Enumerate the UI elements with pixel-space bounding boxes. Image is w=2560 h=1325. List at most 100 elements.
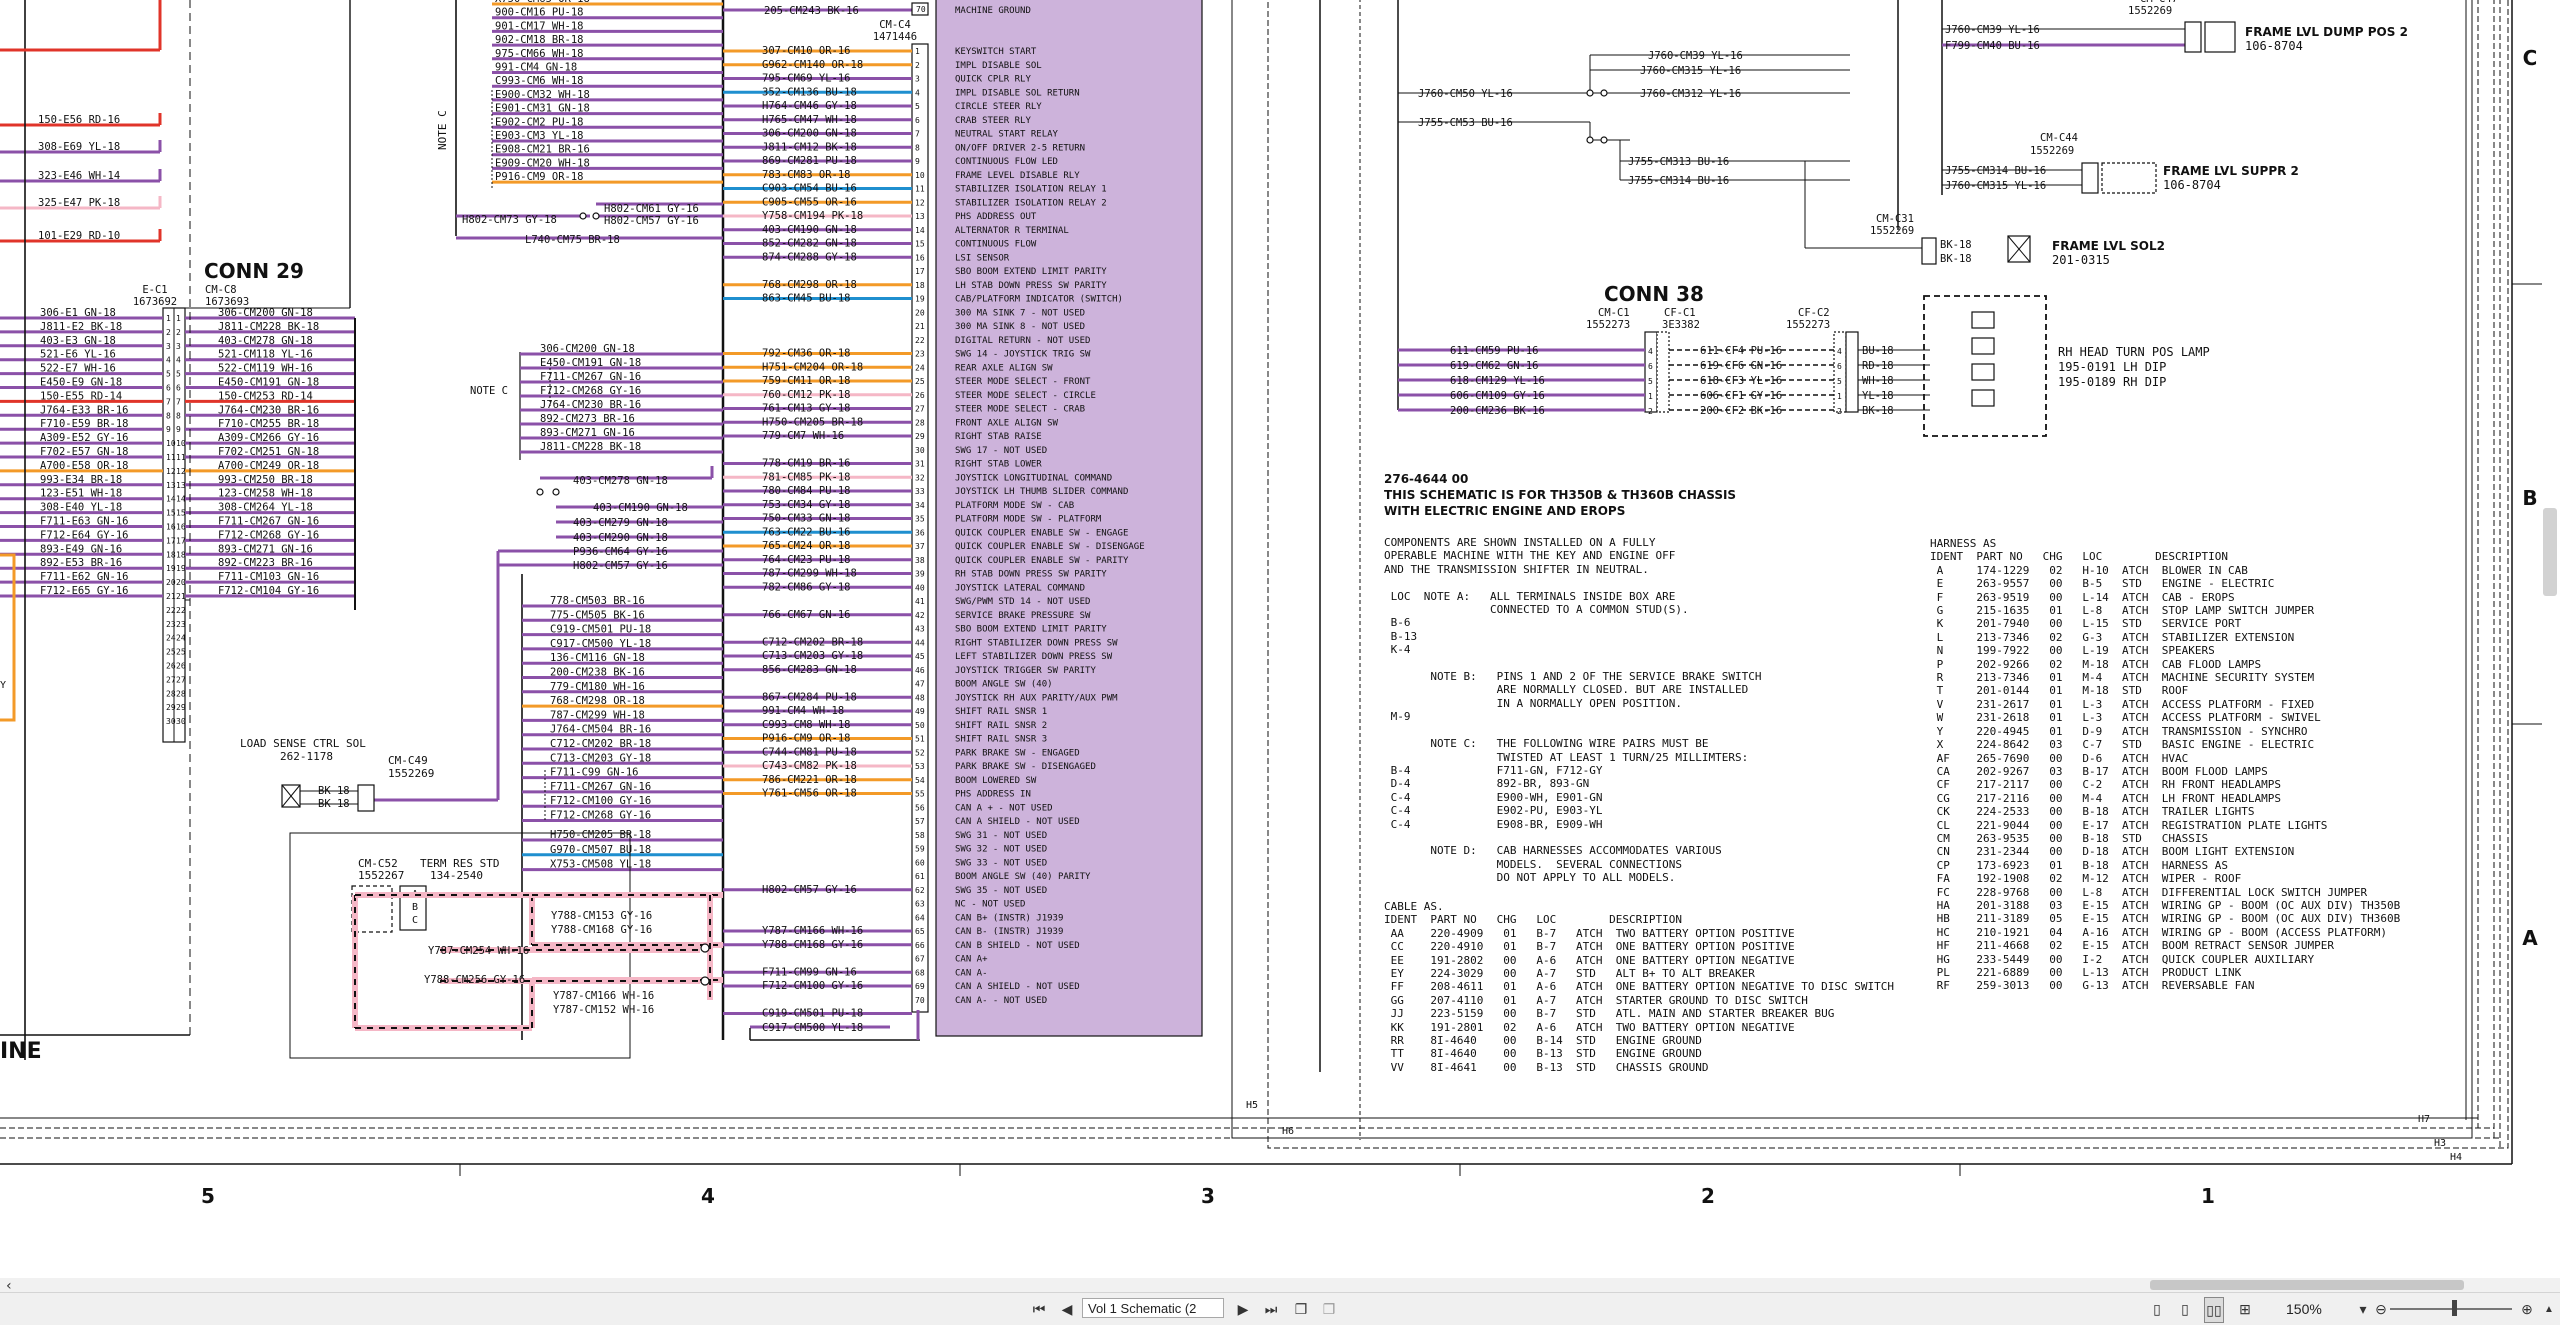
conn29-right-wire-label: F702-CM251 GN-18 <box>218 446 319 458</box>
cmc4-pin-number: 65 <box>915 927 925 936</box>
cmc4-wire-label: 792-CM36 OR-18 <box>762 348 851 360</box>
conn38-lamp-pin-label: WH-18 <box>1862 375 1894 387</box>
vertical-scrollbar-thumb[interactable] <box>2543 508 2557 596</box>
term-res-pin: C <box>412 915 418 926</box>
cmc4-pin-number: 57 <box>915 817 925 826</box>
cmc4-wire-label: 867-CM284 PU-18 <box>762 691 857 703</box>
top-left-wire-label: 150-E56 RD-16 <box>38 114 120 126</box>
frame-label: H5 <box>1246 1100 1258 1111</box>
next-page-button[interactable]: ▶ <box>1234 1297 1252 1321</box>
loop-label: 403-CM278 GN-18 <box>573 475 668 487</box>
first-page-button[interactable]: ⏮ <box>1030 1297 1048 1321</box>
page-select[interactable]: Vol 1 Schematic (2 <box>1082 1298 1224 1318</box>
conn38-cf2-id: CF-C2 <box>1798 307 1830 319</box>
conn29-left-wire-label: F712-E64 GY-16 <box>40 529 129 541</box>
loop-junction <box>552 488 560 496</box>
cmc4-function-label: JOYSTICK LATERAL COMMAND <box>955 583 1085 593</box>
two-page-view-icon[interactable]: ▯▯ <box>2204 1297 2224 1323</box>
cmc4-pin-number: 23 <box>915 350 925 359</box>
noteC-top-wire-label: 991-CM4 GN-18 <box>495 62 577 74</box>
cmc4-wire-label: 779-CM7 WH-16 <box>762 430 844 442</box>
cmc4-id: CM-C4 <box>879 19 911 31</box>
cmc4-pin-number: 56 <box>915 803 925 812</box>
cmc4-function-label: PHS ADDRESS OUT <box>955 212 1037 222</box>
noteC-top-wire-label: 975-CM66 WH-18 <box>495 48 584 60</box>
previous-page-button[interactable]: ◀ <box>1058 1297 1076 1321</box>
mid-bottom-wire-label: F711-C99 GN-16 <box>550 767 639 779</box>
twist-junction <box>592 212 600 220</box>
conn29-pin-left: 20 <box>166 578 176 587</box>
conn29-left-wire-label: A700-E58 OR-18 <box>40 460 129 472</box>
expand-toolbar-icon[interactable]: ▲ <box>2540 1297 2558 1321</box>
grid-col-label: 3 <box>1201 1184 1215 1208</box>
cmc4-pin-number: 7 <box>915 130 920 139</box>
cmc4-pin-number: 46 <box>915 666 925 675</box>
cmc4-pin-number: 69 <box>915 982 925 991</box>
cmc4-function-label: NEUTRAL START RELAY <box>955 130 1059 140</box>
conn29-right-wire-label: E450-CM191 GN-18 <box>218 377 319 389</box>
cmc4-function-label: LEFT STABILIZER DOWN PRESS SW <box>955 652 1113 662</box>
conn29-pin-right: 27 <box>176 675 186 684</box>
conn29-pin-left: 12 <box>166 467 176 476</box>
cmc4-pin-number: 24 <box>915 363 925 372</box>
cmc4-wire-label: C713-CM203 GY-18 <box>762 650 863 662</box>
cmc4-function-label: JOYSTICK TRIGGER SW PARITY <box>955 666 1096 676</box>
mid-bottom-wire-label: F712-CM100 GY-16 <box>550 795 651 807</box>
single-page-view-icon[interactable]: ▯ <box>2148 1297 2166 1321</box>
conn38-cm-part: 1552273 <box>1586 319 1630 331</box>
conn38-title: CONN 38 <box>1604 282 1704 306</box>
conn29-left-wire-label: 306-E1 GN-18 <box>40 307 116 319</box>
conn29-pin-right: 29 <box>176 703 186 712</box>
horizontal-scrollbar[interactable]: ‹ <box>0 1278 2560 1294</box>
cmc4-pin-number: 30 <box>915 446 925 455</box>
zoom-dropdown-icon[interactable]: ▾ <box>2354 1297 2372 1321</box>
cmc4-pin-number: 5 <box>915 102 920 111</box>
cmc4-wire-label: 786-CM221 OR-18 <box>762 774 857 786</box>
continuous-view-icon[interactable]: ▯ <box>2176 1297 2194 1321</box>
paste-icon[interactable]: ❐ <box>1320 1297 1338 1321</box>
cmc4-pin-number: 9 <box>915 157 920 166</box>
load-sense-title: LOAD SENSE CTRL SOL <box>240 737 366 750</box>
zoom-slider-track[interactable] <box>2390 1308 2512 1310</box>
cmc4-function-label: PHS ADDRESS IN <box>955 790 1031 800</box>
conn38-pin-left: 4 <box>1648 347 1653 356</box>
conn29-pin-right: 4 <box>176 356 181 365</box>
conn38-mid-wire-label: 619-CF6 GN-16 <box>1700 360 1782 372</box>
zoom-out-button[interactable]: ⊖ <box>2372 1297 2390 1321</box>
mid-bottom-wire-label: C712-CM202 BR-18 <box>550 738 651 750</box>
cmc4-pin-number: 50 <box>915 721 925 730</box>
conn29-right-wire-label: F712-CM104 GY-16 <box>218 585 319 597</box>
cmc4-wire-label: H765-CM47 WH-18 <box>762 114 857 126</box>
cmc4-pin-number: 49 <box>915 707 925 716</box>
cmc4-function-label: SWG/PWM STD 14 - NOT USED <box>955 597 1090 607</box>
conn38-mid-wire-label: 611-CF4 PU-16 <box>1700 345 1782 357</box>
top-left-wire-label: 323-E46 WH-14 <box>38 170 120 182</box>
zoom-in-button[interactable]: ⊕ <box>2518 1297 2536 1321</box>
suppr-solenoid-icon <box>2101 162 2157 194</box>
cmc4-function-label: LSI SENSOR <box>955 253 1010 263</box>
cmc4-wire-label: F712-CM100 GY-16 <box>762 980 863 992</box>
cmc4-function-label: QUICK COUPLER ENABLE SW - DISENGAGE <box>955 542 1145 552</box>
conn29-left-wire-label: A309-E52 GY-16 <box>40 432 129 444</box>
conn29-pin-right: 28 <box>176 689 186 698</box>
cmc4-wire-label: 782-CM86 GY-18 <box>762 581 851 593</box>
two-page-continuous-view-icon[interactable]: ⊞ <box>2236 1297 2254 1321</box>
mid-bottom-wire-label: 779-CM180 WH-16 <box>550 681 645 693</box>
copy-icon[interactable]: ❐ <box>1292 1297 1310 1321</box>
cmc4-wire-label: H764-CM46 GY-18 <box>762 100 857 112</box>
cmc4-function-label: SHIFT RAIL SNSR 3 <box>955 735 1047 745</box>
cmc4-wire-label: C712-CM202 BR-18 <box>762 636 863 648</box>
cmc4-pin-number: 11 <box>915 185 925 194</box>
cmc4-wire-label: 795-CM69 YL-16 <box>762 73 851 85</box>
cmc4-function-label: JOYSTICK LH THUMB SLIDER COMMAND <box>955 487 1128 497</box>
horizontal-scrollbar-thumb[interactable] <box>2150 1280 2464 1290</box>
cmc4-pin-number: 4 <box>915 88 920 97</box>
cmc4-function-label: CAN B- (INSTR) J1939 <box>955 927 1063 937</box>
conn29-left-wire-label: F711-E63 GN-16 <box>40 516 129 528</box>
cmc4-pin-number: 16 <box>915 253 925 262</box>
zoom-slider-knob[interactable] <box>2452 1300 2457 1316</box>
last-page-button[interactable]: ⏭ <box>1262 1297 1280 1321</box>
grid-col-label: 2 <box>1701 1184 1715 1208</box>
cmc4-pin-number: 39 <box>915 570 925 579</box>
noteC-top-wire-label: E908-CM21 BR-16 <box>495 144 590 156</box>
